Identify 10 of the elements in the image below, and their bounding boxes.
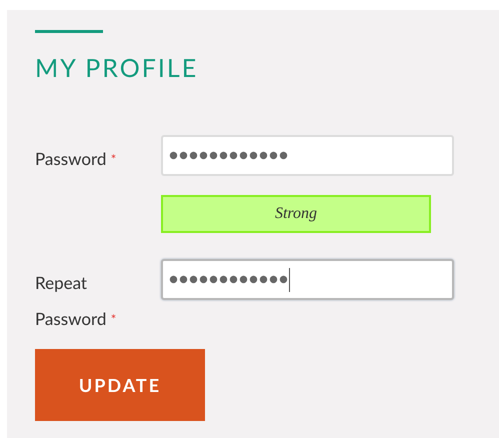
field-label: Repeat Password: [35, 272, 106, 329]
page-title: MY PROFILE: [35, 53, 200, 83]
strength-indicator: Strong: [161, 195, 431, 233]
password-field[interactable]: ●●●●●●●●●●●●: [161, 135, 454, 176]
required-mark: *: [110, 311, 116, 327]
update-button[interactable]: UPDATE: [35, 349, 205, 421]
password-field[interactable]: ●●●●●●●●●●●●: [161, 259, 454, 300]
field-label: Password: [35, 148, 106, 169]
required-mark: *: [110, 151, 116, 167]
text-caret: [289, 268, 290, 292]
